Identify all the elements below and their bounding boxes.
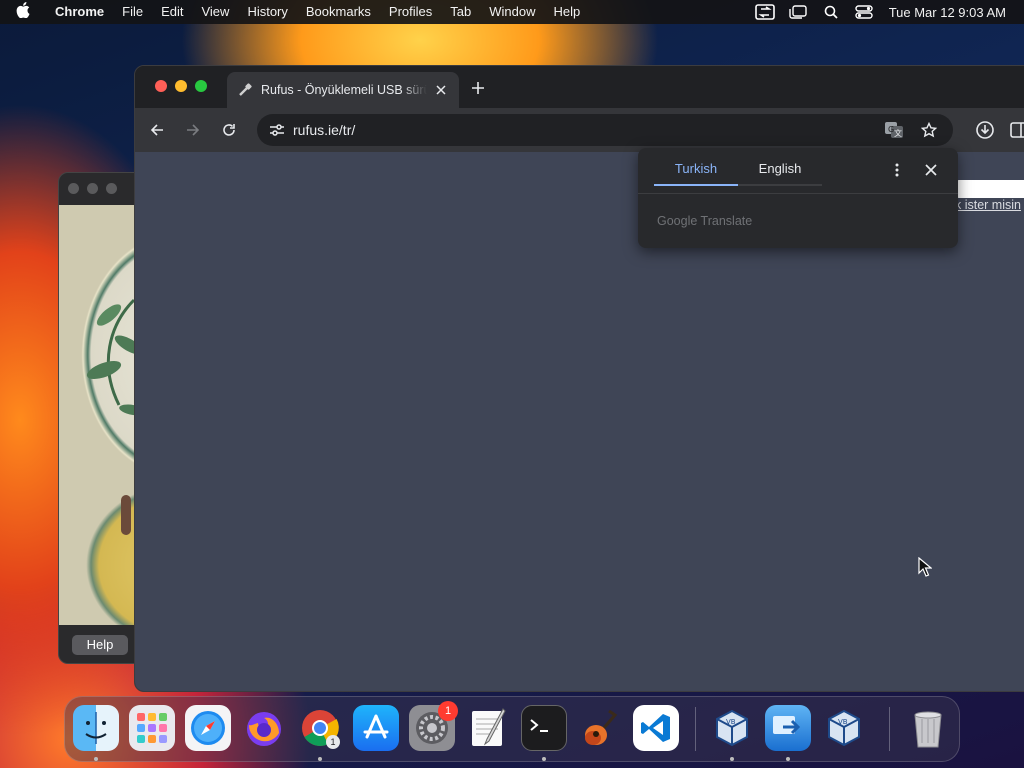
window-close-button[interactable] — [68, 183, 79, 194]
terminal-running-indicator — [542, 757, 546, 761]
dock-separator — [695, 707, 696, 751]
menu-bar: Chrome File Edit View History Bookmarks … — [0, 0, 1024, 24]
translate-popup: Turkish English Google Translate — [638, 148, 958, 248]
translate-tab-english[interactable]: English — [738, 148, 822, 186]
app-store-icon[interactable] — [353, 705, 399, 751]
trash-icon[interactable] — [905, 705, 951, 751]
virtualbox-icon[interactable]: VB — [709, 705, 755, 751]
tab-close-icon[interactable] — [433, 82, 449, 98]
virtualbox-running-indicator — [730, 757, 734, 761]
menu-app-name[interactable]: Chrome — [46, 0, 113, 24]
divider — [638, 193, 958, 194]
stage-manager-icon[interactable] — [782, 0, 815, 24]
textedit-icon[interactable] — [465, 705, 511, 751]
reload-icon[interactable] — [217, 118, 241, 142]
spotlight-search-icon[interactable] — [815, 0, 848, 24]
terminal-icon[interactable] — [521, 705, 567, 751]
close-icon[interactable] — [922, 160, 940, 180]
browser-toolbar: rufus.ie/tr/ G文 — [135, 108, 1024, 152]
settings-notification-badge: 1 — [438, 701, 458, 721]
mouse-cursor-icon — [918, 557, 932, 577]
translate-tab-turkish[interactable]: Turkish — [654, 148, 738, 186]
window-close-button[interactable] — [155, 80, 167, 92]
browser-tab[interactable]: Rufus - Önyüklemeli USB sürücüleri — [227, 72, 459, 108]
finder-icon[interactable] — [73, 705, 119, 751]
back-arrow-icon[interactable] — [145, 118, 169, 142]
window-zoom-button[interactable] — [106, 183, 117, 194]
menu-edit[interactable]: Edit — [152, 0, 192, 24]
window-minimize-button[interactable] — [175, 80, 187, 92]
screen-share-icon[interactable] — [749, 0, 782, 24]
chrome-running-indicator — [318, 757, 322, 761]
svg-text:VB: VB — [838, 718, 848, 726]
page-search-field[interactable] — [957, 180, 1024, 198]
svg-text:VB: VB — [726, 718, 736, 726]
usb-favicon-icon — [237, 82, 253, 98]
menu-window[interactable]: Window — [480, 0, 544, 24]
address-bar[interactable]: rufus.ie/tr/ G文 — [257, 114, 953, 146]
menu-bookmarks[interactable]: Bookmarks — [297, 0, 380, 24]
translate-language-tabs: Turkish English — [654, 148, 822, 186]
finder-running-indicator — [94, 757, 98, 761]
bookmark-star-icon[interactable] — [919, 120, 939, 140]
dock: VB VB — [64, 696, 960, 762]
site-settings-icon[interactable] — [261, 114, 293, 146]
svg-text:文: 文 — [894, 128, 902, 138]
chrome-window: Rufus - Önyüklemeli USB sürücüleri rufus… — [134, 65, 1024, 692]
tab-title: Rufus - Önyüklemeli USB sürücüleri — [261, 83, 427, 97]
menu-tab[interactable]: Tab — [441, 0, 480, 24]
migration-assistant-running-indicator — [786, 757, 790, 761]
window-zoom-button[interactable] — [195, 80, 207, 92]
apple-menu-icon[interactable] — [0, 2, 46, 22]
virtualbox-vm-icon[interactable]: VB — [821, 705, 867, 751]
safari-icon[interactable] — [185, 705, 231, 751]
vscode-icon[interactable] — [633, 705, 679, 751]
google-translate-logo: Google Translate — [657, 214, 753, 228]
menu-history[interactable]: History — [238, 0, 296, 24]
more-options-icon[interactable] — [888, 160, 906, 180]
control-center-icon[interactable] — [848, 0, 881, 24]
forward-arrow-icon[interactable] — [181, 118, 205, 142]
menu-view[interactable]: View — [192, 0, 238, 24]
firefox-icon[interactable] — [241, 705, 287, 751]
launchpad-icon[interactable] — [129, 705, 175, 751]
dock-separator — [889, 707, 890, 751]
page-link[interactable]: k ister misin — [955, 198, 1021, 212]
side-panel-icon[interactable] — [1007, 118, 1024, 142]
downloads-icon[interactable] — [973, 118, 997, 142]
chrome-update-badge: 1 — [326, 735, 340, 749]
menu-profiles[interactable]: Profiles — [380, 0, 441, 24]
url-text: rufus.ie/tr/ — [293, 122, 356, 138]
translate-icon[interactable]: G文 — [883, 120, 905, 140]
migration-assistant-icon[interactable] — [765, 705, 811, 751]
menu-file[interactable]: File — [113, 0, 152, 24]
tab-strip: Rufus - Önyüklemeli USB sürücüleri — [135, 66, 1024, 108]
new-tab-plus-icon[interactable] — [468, 78, 488, 98]
garageband-icon[interactable] — [577, 705, 623, 751]
help-button[interactable]: Help — [72, 635, 128, 655]
menu-clock[interactable]: Tue Mar 12 9:03 AM — [881, 5, 1024, 20]
menu-help[interactable]: Help — [545, 0, 590, 24]
window-minimize-button[interactable] — [87, 183, 98, 194]
